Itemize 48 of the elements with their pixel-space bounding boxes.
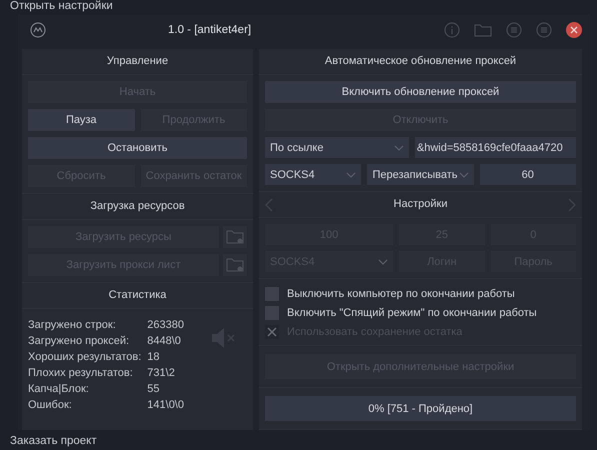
chevron-right-icon[interactable] xyxy=(568,198,576,212)
stat-label: Хороших результатов: xyxy=(28,351,142,363)
stat-label: Ошибок: xyxy=(28,399,73,411)
stat-label: Загружено проксей: xyxy=(28,335,130,347)
stat-value: 263380 xyxy=(147,319,184,331)
dropdown[interactable]: SOCKS4 xyxy=(265,164,362,185)
button[interactable]: Остановить xyxy=(28,137,247,159)
checkbox-label: Выключить компьютер по окончании работы xyxy=(287,288,515,300)
chevron-left-icon[interactable] xyxy=(265,198,273,212)
input-field[interactable]: &hwid=5858169cfe0faaa4720 xyxy=(414,137,576,158)
section-header: Статистика xyxy=(22,283,253,309)
stat-label: Загружено строк: xyxy=(28,319,117,331)
info-icon[interactable] xyxy=(444,22,460,38)
checkbox-label: Включить "Спящий режим" по окончании работы xyxy=(287,307,537,319)
progress-text: 0% [751 - Пройдено] xyxy=(368,402,473,414)
caret-icon xyxy=(346,172,356,178)
checkbox[interactable] xyxy=(265,287,279,301)
speaker-muted-icon[interactable] xyxy=(211,327,237,349)
button[interactable]: Включить обновление проксей xyxy=(265,81,576,103)
folder-icon[interactable] xyxy=(474,22,492,38)
section-header: Управление xyxy=(22,49,253,75)
dropdown[interactable]: По ссылке xyxy=(265,137,409,158)
folder-button[interactable] xyxy=(223,254,247,276)
section-header: Загрузка ресурсов xyxy=(22,194,253,220)
checkbox[interactable] xyxy=(265,306,279,320)
caret-icon xyxy=(394,144,404,150)
menu-link[interactable]: Заказать проект xyxy=(10,435,97,448)
close-icon[interactable] xyxy=(566,22,582,38)
menu-link[interactable]: Открыть настройки xyxy=(10,0,113,13)
section-header: Автоматическое обновление проксей xyxy=(259,49,582,75)
list-icon[interactable] xyxy=(536,22,552,38)
folder-button[interactable] xyxy=(223,226,247,248)
stat-value: 18 xyxy=(147,351,161,363)
stat-value: 8448\0 xyxy=(147,335,182,347)
section-header: Настройки xyxy=(394,197,448,212)
dropdown[interactable]: Перезаписывать xyxy=(367,164,474,185)
logo-icon xyxy=(30,22,46,38)
button[interactable]: Пауза xyxy=(28,109,134,131)
caret-icon xyxy=(378,258,388,264)
window-title: 1.0 - [antiket4er] xyxy=(168,24,252,36)
stat-value: 141\0\0 xyxy=(147,399,184,411)
caret-icon xyxy=(458,172,469,178)
input-field[interactable]: 60 xyxy=(480,164,576,185)
stat-label: Плохих результатов: xyxy=(28,367,134,379)
stat-value: 731\2 xyxy=(147,367,176,379)
list-icon[interactable] xyxy=(506,22,522,38)
stat-label: Капча|Блок: xyxy=(28,383,90,395)
stat-value: 55 xyxy=(147,383,161,395)
